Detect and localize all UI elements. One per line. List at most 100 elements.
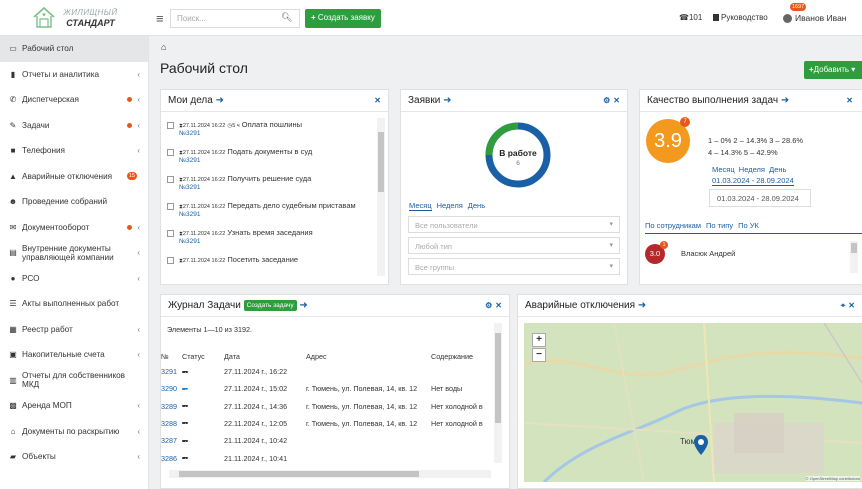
task-item[interactable]: ⧗27.11.2024 16:22 Посетить заседание bbox=[167, 255, 298, 265]
row-number[interactable]: 3287 bbox=[161, 436, 177, 445]
map-pin-icon[interactable] bbox=[694, 435, 708, 455]
settings-icon[interactable]: ⚙ bbox=[485, 301, 492, 310]
close-icon[interactable]: ✕ bbox=[374, 96, 381, 105]
task-number[interactable]: №3291 bbox=[179, 184, 311, 191]
users-select[interactable]: Все пользователи bbox=[408, 216, 620, 233]
sidebar-item-3[interactable]: ✎ Задачи ‹ bbox=[0, 113, 148, 139]
sidebar-item-1[interactable]: ▮ Отчеты и аналитика ‹ bbox=[0, 62, 148, 88]
close-icon[interactable]: ✕ bbox=[848, 301, 855, 310]
tab-week[interactable]: Неделя bbox=[739, 165, 765, 174]
tab-month[interactable]: Месяц bbox=[409, 201, 432, 211]
tab-day[interactable]: День bbox=[468, 201, 485, 210]
journal-hscrollbar[interactable] bbox=[169, 470, 491, 478]
column-header[interactable]: № bbox=[161, 352, 169, 361]
tasks-scrollbar[interactable] bbox=[377, 118, 385, 276]
chevron-left-icon: ‹ bbox=[137, 324, 140, 334]
enter-icon[interactable]: ➜ bbox=[299, 300, 307, 311]
task-checkbox[interactable] bbox=[167, 175, 174, 183]
row-content: Нет воды bbox=[431, 384, 463, 394]
map-marker-icon[interactable]: ⌖ bbox=[841, 301, 846, 311]
row-number[interactable]: 3289 bbox=[161, 402, 177, 411]
task-item[interactable]: ⧗27.11.2024 16:22 Подать документы в суд… bbox=[167, 147, 312, 164]
row-number[interactable]: 3291 bbox=[161, 367, 177, 376]
row-number[interactable]: 3286 bbox=[161, 454, 177, 463]
column-header[interactable]: Содержание bbox=[431, 352, 473, 361]
sidebar-item-label: Задачи bbox=[22, 120, 50, 130]
task-item[interactable]: ⧗27.11.2024 16:22 Получить решение суда №… bbox=[167, 174, 311, 191]
sidebar-item-4[interactable]: ■ Телефония ‹ bbox=[0, 138, 148, 164]
task-item[interactable]: ⧗27.11.2024 16:22 ◷5 ч Оплата пошлины №32… bbox=[167, 120, 302, 137]
enter-icon[interactable]: ➜ bbox=[443, 95, 451, 106]
column-header[interactable]: Адрес bbox=[306, 352, 327, 361]
task-item[interactable]: ⧗27.11.2024 16:22 Передать дело судебным… bbox=[167, 201, 356, 218]
sidebar-item-12[interactable]: ▣ Накопительные счета ‹ bbox=[0, 342, 148, 368]
tab-by-employee[interactable]: По сотрудникам bbox=[645, 221, 701, 230]
type-select[interactable]: Любой тип bbox=[408, 237, 620, 254]
row-number[interactable]: 3288 bbox=[161, 419, 177, 428]
tab-week[interactable]: Неделя bbox=[437, 201, 463, 210]
user-menu[interactable]: Иванов Иван bbox=[783, 13, 847, 23]
zoom-out-button[interactable]: − bbox=[532, 348, 546, 362]
outages-map[interactable]: + − Тюме © OpenStreetMap contributors bbox=[524, 323, 862, 482]
sidebar-item-2[interactable]: ✆ Диспетчерская ‹ bbox=[0, 87, 148, 113]
column-header[interactable]: Статус bbox=[182, 352, 205, 361]
task-number[interactable]: №3291 bbox=[179, 130, 302, 137]
groups-select[interactable]: Все группы bbox=[408, 258, 620, 275]
row-date: 27.11.2024 г., 14:36 bbox=[224, 401, 288, 411]
close-icon[interactable]: ✕ bbox=[846, 96, 853, 105]
settings-icon[interactable]: ⚙ bbox=[603, 96, 610, 105]
task-checkbox[interactable] bbox=[167, 121, 174, 129]
home-icon[interactable]: ⌂ bbox=[161, 42, 166, 52]
date-range-input[interactable]: 01.03.2024 - 28.09.2024 bbox=[709, 189, 811, 207]
sidebar-item-9[interactable]: ● РСО ‹ bbox=[0, 266, 148, 292]
donut-label: В работе bbox=[499, 148, 537, 158]
sidebar-item-16[interactable]: ▰ Объекты ‹ bbox=[0, 444, 148, 470]
enter-icon[interactable]: ➜ bbox=[216, 95, 224, 106]
create-task-button[interactable]: Создать задачу bbox=[243, 300, 297, 311]
enter-icon[interactable]: ➜ bbox=[781, 95, 789, 106]
add-button[interactable]: +Добавить ▾ bbox=[804, 61, 862, 79]
management-link[interactable]: Руководство bbox=[713, 13, 768, 22]
create-request-button[interactable]: + Создать заявку bbox=[305, 9, 381, 28]
phone-extension[interactable]: ☎︎101 bbox=[679, 13, 702, 22]
row-number[interactable]: 3290 bbox=[161, 384, 177, 393]
sidebar-item-5[interactable]: ▲ Аварийные отключения 15 bbox=[0, 164, 148, 190]
column-header[interactable]: Дата bbox=[224, 352, 240, 361]
task-checkbox[interactable] bbox=[167, 202, 174, 210]
logo[interactable]: ЖИЛИЩНЫЙ СТАНДАРТ bbox=[0, 0, 149, 36]
employee-name[interactable]: Власюк Андрей bbox=[681, 249, 735, 258]
sidebar-item-7[interactable]: ✉ Документооборот ‹ bbox=[0, 215, 148, 241]
task-number[interactable]: №3291 bbox=[179, 211, 356, 218]
task-checkbox[interactable] bbox=[167, 256, 174, 264]
tab-by-type[interactable]: По типу bbox=[706, 221, 733, 230]
sidebar-item-13[interactable]: ▥ Отчеты для собственников МКД bbox=[0, 368, 148, 394]
task-checkbox[interactable] bbox=[167, 148, 174, 156]
sidebar-item-6[interactable]: ☻ Проведение собраний bbox=[0, 189, 148, 215]
status-text: Новый bbox=[185, 406, 202, 413]
sidebar-item-15[interactable]: ⌂ Документы по раскрытию ‹ bbox=[0, 419, 148, 445]
sidebar-item-11[interactable]: ▦ Реестр работ ‹ bbox=[0, 317, 148, 343]
map-attribution[interactable]: © OpenStreetMap contributors bbox=[805, 476, 860, 481]
tab-month[interactable]: Месяц bbox=[712, 165, 735, 174]
date-range-link[interactable]: 01.03.2024 - 28.09.2024 bbox=[712, 176, 794, 186]
sidebar-item-8[interactable]: ▤ Внутренние документы управляющей компан… bbox=[0, 240, 148, 266]
zoom-in-button[interactable]: + bbox=[532, 333, 546, 347]
sidebar-item-14[interactable]: ▩ Аренда МОП ‹ bbox=[0, 393, 148, 419]
journal-scrollbar[interactable] bbox=[494, 323, 502, 463]
task-item[interactable]: ⧗27.11.2024 16:22 Узнать время заседания… bbox=[167, 228, 313, 245]
task-number[interactable]: №3291 bbox=[179, 157, 312, 164]
enter-icon[interactable]: ➜ bbox=[638, 300, 646, 311]
close-icon[interactable]: ✕ bbox=[495, 301, 502, 310]
close-icon[interactable]: ✕ bbox=[613, 96, 620, 105]
sidebar-item-10[interactable]: ☰ Акты выполненных работ bbox=[0, 291, 148, 317]
employee-scrollbar[interactable] bbox=[850, 241, 858, 273]
menu-toggle-icon[interactable]: ≡ bbox=[156, 11, 164, 26]
sidebar-item-label: Реестр работ bbox=[22, 324, 73, 334]
task-checkbox[interactable] bbox=[167, 229, 174, 237]
tab-day[interactable]: День bbox=[769, 165, 786, 174]
task-number[interactable]: №3291 bbox=[179, 238, 313, 245]
journal-count: Элементы 1—10 из 3192. bbox=[167, 325, 252, 334]
tab-by-uk[interactable]: По УК bbox=[738, 221, 759, 230]
sidebar-item-0[interactable]: ▭ Рабочий стол bbox=[0, 36, 148, 62]
search-icon[interactable]: 🔍︎ bbox=[281, 12, 292, 23]
